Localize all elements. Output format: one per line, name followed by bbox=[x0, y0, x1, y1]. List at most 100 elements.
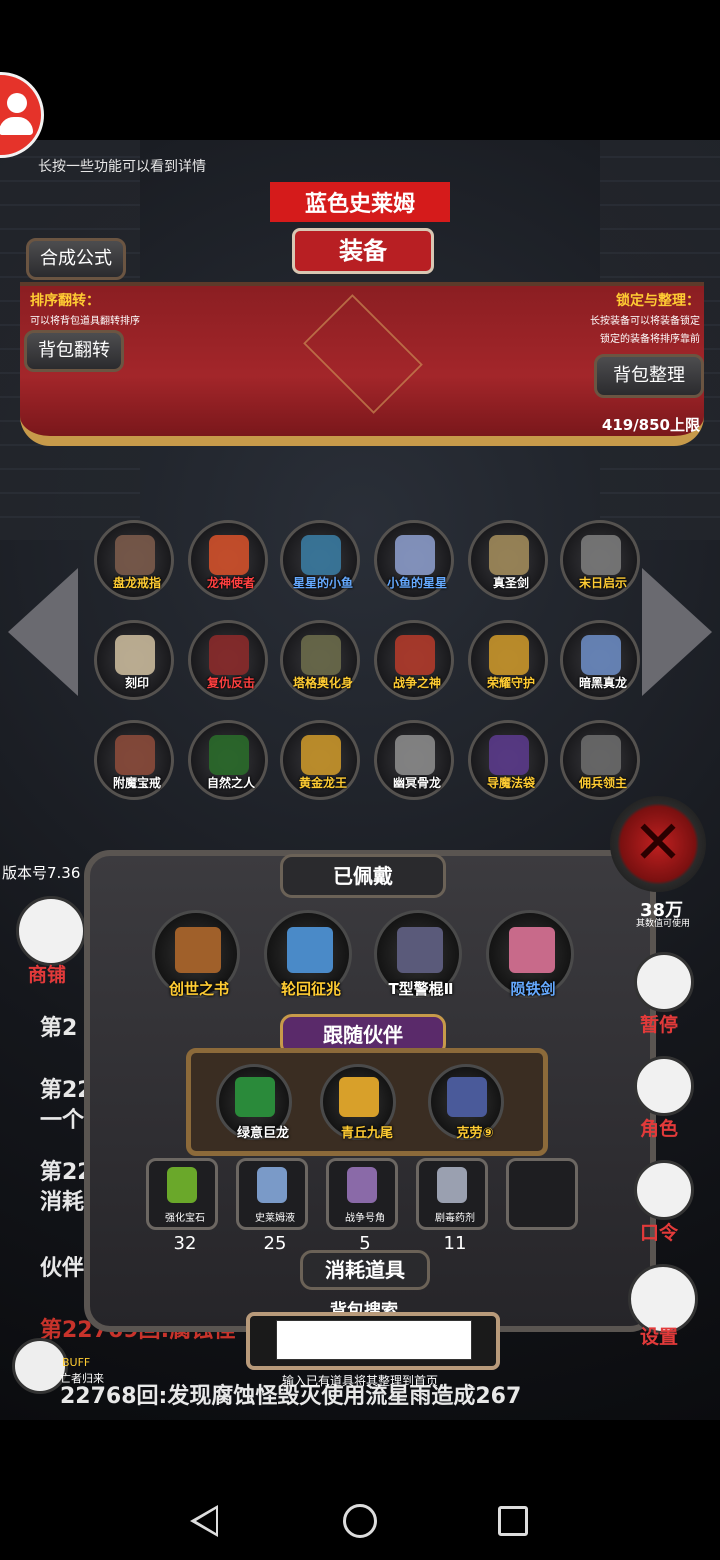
worn-title: 已佩戴 bbox=[280, 854, 446, 898]
item-art-icon bbox=[395, 735, 435, 775]
close-icon: ✕ bbox=[632, 808, 684, 878]
item-art-icon bbox=[489, 535, 529, 575]
item-art-icon bbox=[209, 735, 249, 775]
inventory-item[interactable]: 佣兵领主 bbox=[560, 720, 640, 800]
item-label: 刻印 bbox=[124, 676, 149, 690]
consumable-slot[interactable]: 战争号角 5 bbox=[326, 1158, 398, 1254]
companion-item[interactable]: 青丘九尾 bbox=[320, 1064, 396, 1141]
inventory-item[interactable]: 末日启示 bbox=[560, 520, 640, 600]
close-button[interactable]: ✕ bbox=[610, 796, 706, 892]
consumable-slot[interactable]: 史莱姆液 25 bbox=[236, 1158, 308, 1254]
system-nav-bar bbox=[0, 1420, 720, 1560]
consumable-count: 11 bbox=[443, 1233, 467, 1254]
version-text: 版本号7.36 bbox=[2, 864, 81, 882]
equipment-title: 装备 bbox=[292, 228, 434, 274]
item-label: 塔格奥化身 bbox=[292, 676, 353, 690]
lock-info-title: 锁定与整理： bbox=[616, 293, 700, 309]
item-label: 荣耀守护 bbox=[486, 676, 535, 690]
item-art-icon bbox=[115, 735, 155, 775]
log-line: 一个 bbox=[40, 1108, 85, 1133]
book-icon[interactable] bbox=[634, 1160, 694, 1220]
item-art-icon bbox=[115, 635, 155, 675]
inventory-item[interactable]: 真圣剑 bbox=[468, 520, 548, 600]
inventory-item[interactable]: 盘龙戒指 bbox=[94, 520, 174, 600]
inventory-item[interactable]: 星星的小鱼 bbox=[280, 520, 360, 600]
item-art-icon bbox=[301, 735, 341, 775]
inventory-item[interactable]: 战争之神 bbox=[374, 620, 454, 700]
consumable-label: 强化宝石 bbox=[165, 1213, 205, 1224]
search-input[interactable] bbox=[276, 1320, 472, 1360]
inventory-item[interactable]: 暗黑真龙 bbox=[560, 620, 640, 700]
worn-item[interactable]: T型警棍Ⅱ bbox=[374, 910, 462, 998]
item-art-icon bbox=[209, 635, 249, 675]
inventory-item[interactable]: 小鱼的星星 bbox=[374, 520, 454, 600]
worn-item[interactable]: 陨铁剑 bbox=[486, 910, 574, 998]
page-left-arrow[interactable] bbox=[8, 568, 78, 696]
consumable-title: 消耗道具 bbox=[300, 1250, 430, 1290]
inventory-item[interactable]: 附魔宝戒 bbox=[94, 720, 174, 800]
item-art-icon bbox=[581, 735, 621, 775]
crossed-swords-emblem bbox=[303, 294, 423, 414]
role-label: 角色 bbox=[640, 1118, 679, 1140]
companion-item[interactable]: 绿意巨龙 bbox=[216, 1064, 292, 1141]
log-line: 第2 bbox=[40, 1016, 78, 1041]
consumable-label: 战争号角 bbox=[345, 1213, 385, 1224]
consumable-count: 32 bbox=[173, 1233, 197, 1254]
inventory-item[interactable]: 荣耀守护 bbox=[468, 620, 548, 700]
empty-slot[interactable] bbox=[506, 1158, 578, 1230]
worn-item[interactable]: 创世之书 bbox=[152, 910, 240, 998]
item-label: 战争之神 bbox=[392, 676, 441, 690]
item-label: 黄金龙王 bbox=[298, 776, 347, 790]
log-line: 消耗 bbox=[40, 1190, 85, 1215]
lock-info-desc1: 长按装备可以将装备锁定 bbox=[590, 316, 700, 327]
recents-icon[interactable] bbox=[498, 1506, 528, 1536]
flip-button[interactable]: 背包翻转 bbox=[24, 330, 124, 372]
user-icon bbox=[7, 93, 27, 113]
item-label: 小鱼的星星 bbox=[386, 576, 447, 590]
consumable-slot[interactable]: 强化宝石 32 bbox=[146, 1158, 218, 1254]
worn-item-label: 陨铁剑 bbox=[510, 980, 556, 998]
companion-item[interactable]: 克劳⑨ bbox=[428, 1064, 504, 1141]
item-label: 星星的小鱼 bbox=[292, 576, 353, 590]
inventory-item[interactable]: 龙神使者 bbox=[188, 520, 268, 600]
flip-info-title: 排序翻转： bbox=[30, 293, 100, 309]
inventory-item[interactable]: 自然之人 bbox=[188, 720, 268, 800]
item-art-icon bbox=[489, 735, 529, 775]
item-label: 龙神使者 bbox=[206, 576, 255, 590]
settings-label: 设置 bbox=[640, 1326, 679, 1348]
formula-button[interactable]: 合成公式 bbox=[26, 238, 126, 280]
inventory-item[interactable]: 塔格奥化身 bbox=[280, 620, 360, 700]
companion-art-icon bbox=[447, 1077, 487, 1117]
capacity-text: 419/850上限 bbox=[601, 416, 700, 434]
home-icon[interactable] bbox=[343, 1504, 377, 1538]
flip-info-desc: 可以将背包道具翻转排序 bbox=[30, 316, 140, 327]
inventory-item[interactable]: 黄金龙王 bbox=[280, 720, 360, 800]
item-art-icon bbox=[395, 535, 435, 575]
inventory-item[interactable]: 导魔法袋 bbox=[468, 720, 548, 800]
worn-item-label: 轮回征兆 bbox=[280, 980, 341, 998]
item-label: 暗黑真龙 bbox=[578, 676, 627, 690]
monster-name-title: 蓝色史莱姆 bbox=[270, 182, 450, 222]
dice-icon[interactable] bbox=[634, 952, 694, 1012]
companion-label: 青丘九尾 bbox=[340, 1126, 393, 1141]
companion-art-icon bbox=[339, 1077, 379, 1117]
inventory-item[interactable]: 刻印 bbox=[94, 620, 174, 700]
item-label: 幽冥骨龙 bbox=[392, 776, 441, 790]
worn-item-label: 创世之书 bbox=[168, 980, 229, 998]
inventory-item[interactable]: 复仇反击 bbox=[188, 620, 268, 700]
organize-button[interactable]: 背包整理 bbox=[594, 354, 704, 398]
worn-item[interactable]: 轮回征兆 bbox=[264, 910, 352, 998]
inventory-item[interactable]: 幽冥骨龙 bbox=[374, 720, 454, 800]
companion-art-icon bbox=[235, 1077, 275, 1117]
item-art-icon bbox=[397, 927, 443, 973]
consumable-art-icon bbox=[347, 1167, 377, 1203]
shop-label: 商铺 bbox=[28, 964, 67, 986]
consumable-count: 25 bbox=[263, 1233, 287, 1254]
item-art-icon bbox=[395, 635, 435, 675]
consumable-slot[interactable]: 剧毒药剂 11 bbox=[416, 1158, 488, 1254]
log-line: 伙伴 bbox=[40, 1256, 85, 1281]
item-art-icon bbox=[209, 535, 249, 575]
shop-icon[interactable] bbox=[16, 896, 86, 966]
right-small: 其数值可使用 bbox=[636, 919, 691, 929]
hood-icon[interactable] bbox=[634, 1056, 694, 1116]
